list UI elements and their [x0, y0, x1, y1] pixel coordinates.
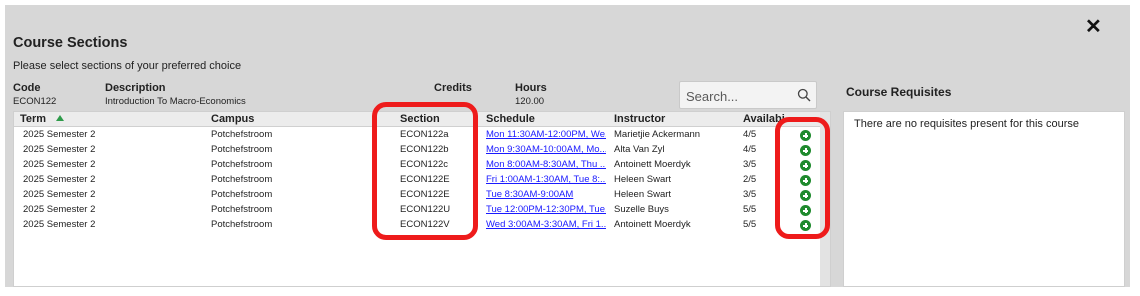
- instructor-cell: Suzelle Buys: [614, 204, 669, 215]
- section-cell: ECON122c: [400, 159, 449, 170]
- availability-cell: 2/5: [743, 174, 757, 185]
- campus-cell: Potchefstroom: [211, 204, 273, 215]
- plus-circle-icon[interactable]: [800, 175, 811, 186]
- instructor-cell: Heleen Swart: [614, 189, 672, 200]
- code-label: Code: [13, 82, 41, 94]
- hours-value: 120.00: [515, 96, 545, 107]
- schedule-link[interactable]: Tue 8:30AM-9:00AM: [486, 189, 606, 200]
- column-header-schedule[interactable]: Schedule: [486, 113, 535, 125]
- schedule-link[interactable]: Tue 12:00PM-12:30PM, Tue...: [486, 204, 606, 215]
- campus-cell: Potchefstroom: [211, 159, 273, 170]
- term-cell: 2025 Semester 2: [23, 159, 96, 170]
- availability-cell: 4/5: [743, 144, 757, 155]
- plus-circle-icon[interactable]: [800, 220, 811, 231]
- campus-cell: Potchefstroom: [211, 219, 273, 230]
- dialog-subtitle: Please select sections of your preferred…: [13, 60, 242, 72]
- requisites-panel: There are no requisites present for this…: [843, 111, 1125, 287]
- dialog-title: Course Sections: [13, 35, 128, 51]
- section-cell: ECON122E: [400, 189, 450, 200]
- schedule-link[interactable]: Mon 11:30AM-12:00PM, We...: [486, 129, 606, 140]
- term-cell: 2025 Semester 2: [23, 204, 96, 215]
- schedule-link[interactable]: Mon 8:00AM-8:30AM, Thu ...: [486, 159, 606, 170]
- schedule-link[interactable]: Mon 9:30AM-10:00AM, Mo...: [486, 144, 606, 155]
- term-cell: 2025 Semester 2: [23, 129, 96, 140]
- term-cell: 2025 Semester 2: [23, 189, 96, 200]
- plus-circle-icon[interactable]: [800, 130, 811, 141]
- column-header-availability[interactable]: Availabi: [743, 113, 785, 125]
- availability-cell: 3/5: [743, 189, 757, 200]
- sections-table: Term Campus Section Schedule Instructor …: [13, 111, 831, 287]
- code-value: ECON122: [13, 96, 57, 107]
- campus-cell: Potchefstroom: [211, 174, 273, 185]
- column-header-term[interactable]: Term: [20, 113, 65, 125]
- table-row[interactable]: 2025 Semester 2 Potchefstroom ECON122E T…: [14, 188, 820, 203]
- term-cell: 2025 Semester 2: [23, 219, 96, 230]
- section-cell: ECON122U: [400, 204, 451, 215]
- plus-circle-icon[interactable]: [800, 190, 811, 201]
- table-row[interactable]: 2025 Semester 2 Potchefstroom ECON122a M…: [14, 128, 820, 143]
- search-icon[interactable]: [797, 88, 811, 102]
- term-cell: 2025 Semester 2: [23, 174, 96, 185]
- description-label: Description: [105, 82, 166, 94]
- credits-label: Credits: [434, 82, 472, 94]
- schedule-link[interactable]: Fri 1:00AM-1:30AM, Tue 8:...: [486, 174, 606, 185]
- term-cell: 2025 Semester 2: [23, 144, 96, 155]
- campus-cell: Potchefstroom: [211, 144, 273, 155]
- table-row[interactable]: 2025 Semester 2 Potchefstroom ECON122U T…: [14, 203, 820, 218]
- column-header-campus[interactable]: Campus: [211, 113, 254, 125]
- description-value: Introduction To Macro-Economics: [105, 96, 246, 107]
- plus-circle-icon[interactable]: [800, 145, 811, 156]
- section-cell: ECON122b: [400, 144, 449, 155]
- campus-cell: Potchefstroom: [211, 129, 273, 140]
- requisites-title: Course Requisites: [846, 85, 952, 99]
- column-header-instructor[interactable]: Instructor: [614, 113, 665, 125]
- table-row[interactable]: 2025 Semester 2 Potchefstroom ECON122V W…: [14, 218, 820, 233]
- instructor-cell: Marietjie Ackermann: [614, 129, 701, 140]
- availability-cell: 3/5: [743, 159, 757, 170]
- instructor-cell: Heleen Swart: [614, 174, 672, 185]
- availability-cell: 5/5: [743, 204, 757, 215]
- plus-circle-icon[interactable]: [800, 205, 811, 216]
- section-cell: ECON122a: [400, 129, 449, 140]
- table-row[interactable]: 2025 Semester 2 Potchefstroom ECON122b M…: [14, 143, 820, 158]
- availability-cell: 4/5: [743, 129, 757, 140]
- table-scrollbar[interactable]: [820, 112, 830, 286]
- campus-cell: Potchefstroom: [211, 189, 273, 200]
- requisites-message: There are no requisites present for this…: [854, 118, 1080, 130]
- section-cell: ECON122V: [400, 219, 450, 230]
- table-header: Term Campus Section Schedule Instructor …: [14, 112, 820, 127]
- close-icon[interactable]: ✕: [1085, 17, 1102, 37]
- hours-label: Hours: [515, 82, 547, 94]
- course-sections-dialog: ✕ Course Sections Please select sections…: [5, 5, 1130, 287]
- table-row[interactable]: 2025 Semester 2 Potchefstroom ECON122E F…: [14, 173, 820, 188]
- schedule-link[interactable]: Wed 3:00AM-3:30AM, Fri 1...: [486, 219, 606, 230]
- plus-circle-icon[interactable]: [800, 160, 811, 171]
- column-header-section[interactable]: Section: [400, 113, 440, 125]
- instructor-cell: Alta Van Zyl: [614, 144, 665, 155]
- instructor-cell: Antoinett Moerdyk: [614, 159, 691, 170]
- sort-ascending-icon: [56, 115, 65, 121]
- instructor-cell: Antoinett Moerdyk: [614, 219, 691, 230]
- availability-cell: 5/5: [743, 219, 757, 230]
- table-row[interactable]: 2025 Semester 2 Potchefstroom ECON122c M…: [14, 158, 820, 173]
- section-cell: ECON122E: [400, 174, 450, 185]
- search-input[interactable]: [684, 86, 798, 106]
- search-box: [679, 81, 817, 109]
